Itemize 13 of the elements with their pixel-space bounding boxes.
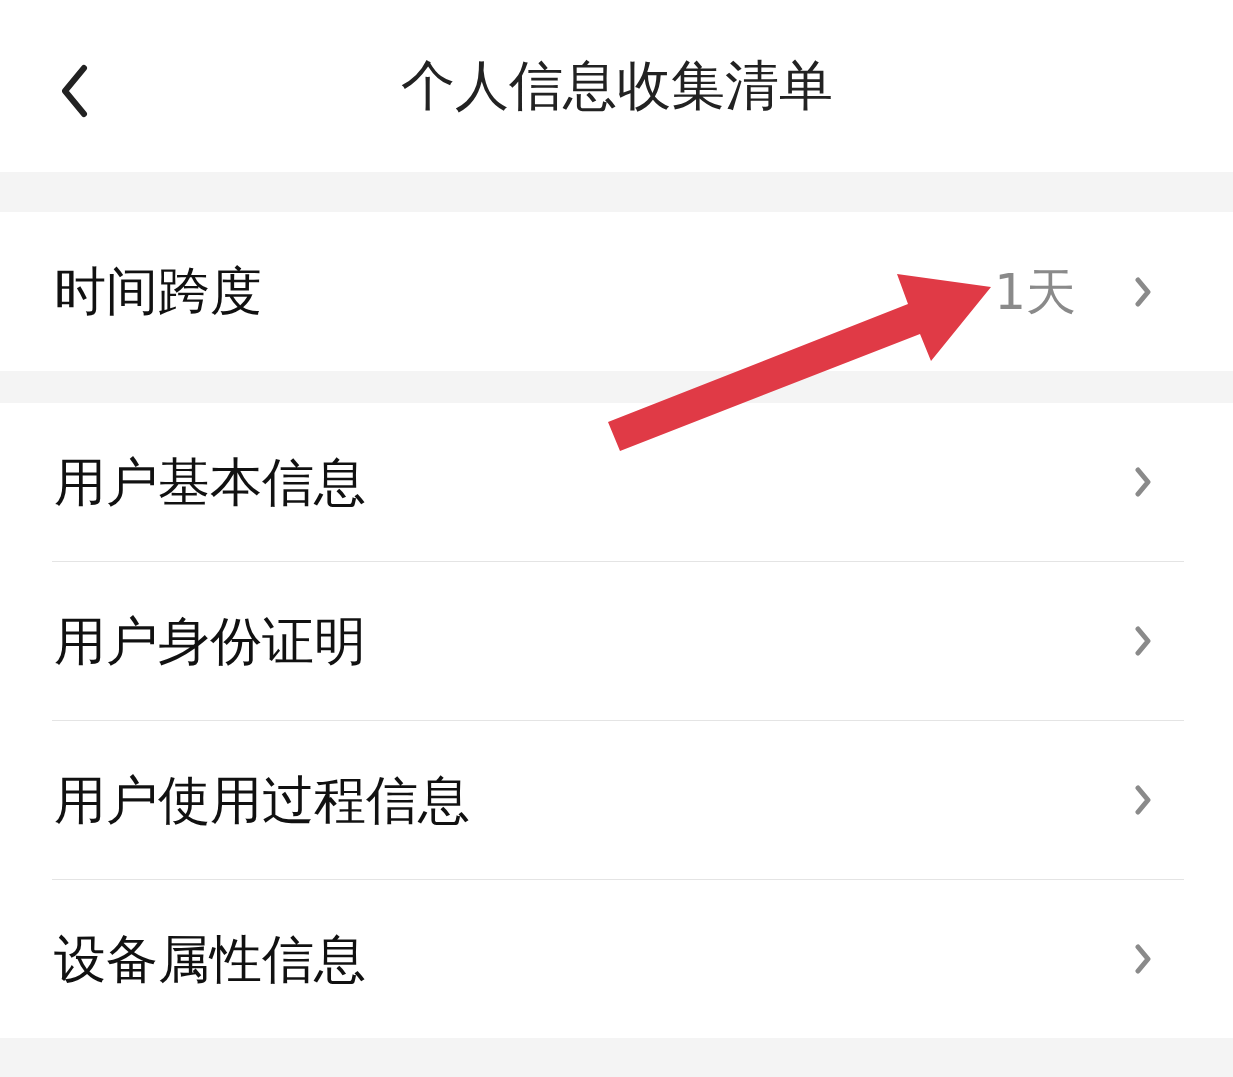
- chevron-right-icon: [1134, 467, 1152, 497]
- list-item-label[interactable]: 用户身份证明: [54, 609, 366, 673]
- list-item-label[interactable]: 用户使用过程信息: [54, 768, 470, 832]
- list-item-label[interactable]: 设备属性信息: [54, 927, 366, 991]
- list-item-label[interactable]: 时间跨度: [54, 260, 262, 323]
- chevron-right-icon: [1134, 276, 1152, 307]
- chevron-right-icon: [1134, 785, 1152, 815]
- value-text: 1天: [994, 261, 1076, 322]
- back-icon[interactable]: [60, 64, 88, 118]
- page-title: 个人信息收集清单: [400, 53, 833, 119]
- list-item-label[interactable]: 用户基本信息: [54, 450, 366, 514]
- chevron-right-icon: [1134, 626, 1152, 656]
- chevron-right-icon: [1134, 944, 1152, 974]
